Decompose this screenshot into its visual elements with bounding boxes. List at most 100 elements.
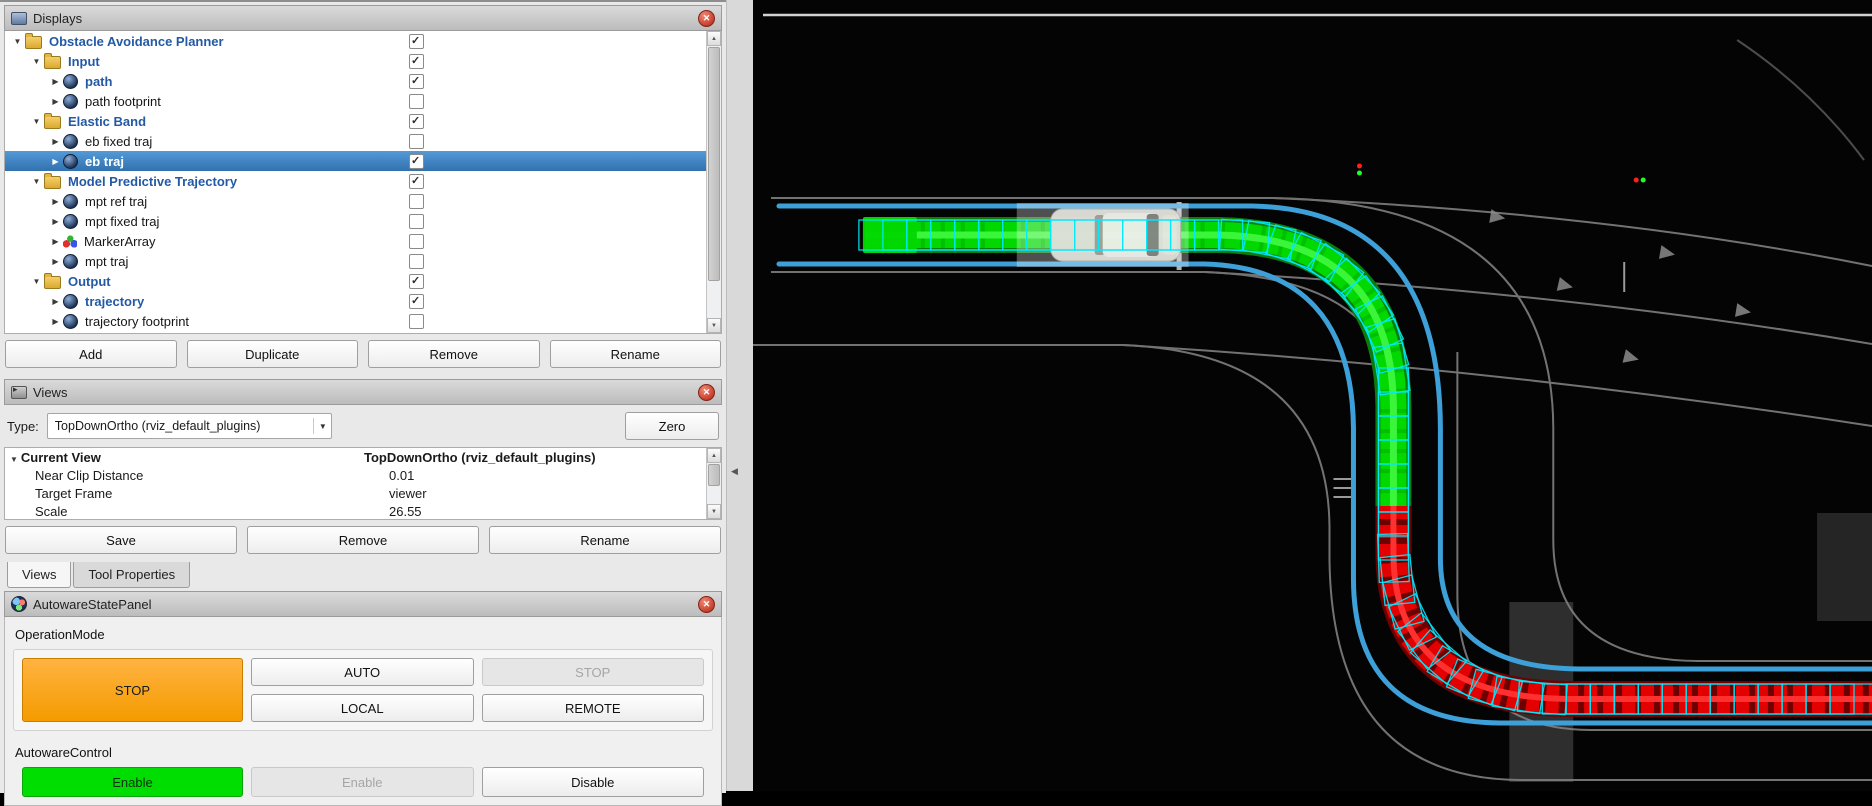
tree-row-trajectory-footprint[interactable]: ▶ trajectory footprint [5, 311, 706, 331]
folder-icon [44, 53, 61, 69]
tree-row-marker-array[interactable]: ▶ MarkerArray [5, 231, 706, 251]
scroll-thumb[interactable] [708, 464, 720, 486]
tree-row-elastic-band[interactable]: ▼ Elastic Band [5, 111, 706, 131]
local-button[interactable]: LOCAL [251, 694, 474, 722]
visibility-checkbox[interactable] [409, 234, 424, 249]
visibility-checkbox[interactable] [409, 274, 424, 289]
visibility-checkbox[interactable] [409, 114, 424, 129]
tree-row-mpt-ref-traj[interactable]: ▶ mpt ref traj [5, 191, 706, 211]
scroll-up-icon[interactable]: ▲ [707, 448, 721, 463]
visibility-checkbox[interactable] [409, 34, 424, 49]
visibility-checkbox[interactable] [409, 154, 424, 169]
duplicate-button[interactable]: Duplicate [186, 340, 358, 368]
property-row-near-clip[interactable]: Near Clip Distance 0.01 [5, 466, 706, 484]
rename-view-button[interactable]: Rename [489, 526, 721, 554]
view-type-dropdown[interactable]: TopDownOrtho (rviz_default_plugins) ▼ [46, 413, 332, 439]
ego-vehicle [1016, 203, 1189, 267]
scroll-up-icon[interactable]: ▲ [707, 31, 721, 46]
folder-icon [44, 113, 61, 129]
tree-row-path-footprint[interactable]: ▶ path footprint [5, 91, 706, 111]
panel-splitter[interactable]: ◀ [726, 0, 753, 791]
remote-button[interactable]: REMOTE [481, 694, 704, 722]
scroll-down-icon[interactable]: ▼ [707, 504, 721, 519]
expand-arrow-icon[interactable]: ▼ [30, 57, 43, 66]
expand-arrow-icon[interactable]: ▶ [49, 297, 62, 306]
remove-button[interactable]: Remove [368, 340, 540, 368]
tree-row-trajectory[interactable]: ▶ trajectory [5, 291, 706, 311]
expand-arrow-icon[interactable]: ▶ [49, 317, 62, 326]
views-panel: Views ✕ Type: TopDownOrtho (rviz_default… [4, 379, 722, 588]
add-button[interactable]: Add [5, 340, 177, 368]
visibility-checkbox[interactable] [409, 194, 424, 209]
disable-button[interactable]: Disable [481, 767, 704, 797]
views-panel-icon [11, 384, 27, 399]
autoware-close-icon[interactable]: ✕ [698, 595, 715, 613]
visibility-checkbox[interactable] [409, 254, 424, 269]
expand-arrow-icon[interactable]: ▼ [30, 177, 43, 186]
property-row-current-view[interactable]: ▼ Current View TopDownOrtho (rviz_default… [5, 448, 706, 466]
enable-active-button[interactable]: Enable [22, 767, 243, 797]
tree-row-eb-fixed-traj[interactable]: ▶ eb fixed traj [5, 131, 706, 151]
display-icon [63, 253, 78, 269]
expand-arrow-icon[interactable]: ▼ [11, 37, 24, 46]
stop-disabled-button: STOP [481, 658, 704, 686]
visibility-checkbox[interactable] [409, 174, 424, 189]
property-row-target-frame[interactable]: Target Frame viewer [5, 484, 706, 502]
rviz-3d-view[interactable] [753, 0, 1872, 791]
tree-row-output[interactable]: ▼ Output [5, 271, 706, 291]
displays-close-icon[interactable]: ✕ [698, 9, 715, 27]
expand-arrow-icon[interactable]: ▶ [49, 197, 62, 206]
tree-row-obstacle-avoidance-planner[interactable]: ▼ Obstacle Avoidance Planner [5, 31, 706, 51]
current-view-properties: ▼ Current View TopDownOrtho (rviz_default… [4, 447, 722, 520]
tree-row-eb-traj[interactable]: ▶ eb traj [5, 151, 706, 171]
scroll-thumb[interactable] [708, 47, 720, 281]
auto-button[interactable]: AUTO [251, 658, 474, 686]
visibility-checkbox[interactable] [409, 54, 424, 69]
expand-arrow-icon[interactable]: ▼ [30, 117, 43, 126]
remove-view-button[interactable]: Remove [247, 526, 479, 554]
autoware-control-group: Enable Enable Disable [22, 767, 704, 797]
expand-arrow-icon[interactable]: ▶ [49, 77, 62, 86]
expand-arrow-icon[interactable]: ▶ [49, 157, 62, 166]
expand-arrow-icon[interactable]: ▶ [49, 97, 62, 106]
expand-arrow-icon[interactable]: ▶ [49, 217, 62, 226]
visibility-checkbox[interactable] [409, 294, 424, 309]
tab-views[interactable]: Views [7, 562, 72, 588]
visibility-checkbox[interactable] [409, 314, 424, 329]
display-icon [63, 213, 78, 229]
views-close-icon[interactable]: ✕ [698, 383, 715, 401]
expand-arrow-icon[interactable]: ▼ [30, 277, 43, 286]
visibility-checkbox[interactable] [409, 94, 424, 109]
folder-icon [44, 273, 61, 289]
display-icon [63, 93, 78, 109]
scroll-down-icon[interactable]: ▼ [707, 318, 721, 333]
tab-tool-properties[interactable]: Tool Properties [73, 562, 191, 588]
visibility-checkbox[interactable] [409, 74, 424, 89]
type-label: Type: [7, 418, 39, 434]
tree-row-mpt-traj[interactable]: ▶ mpt traj [5, 251, 706, 271]
views-scrollbar[interactable]: ▲ ▼ [706, 448, 721, 519]
save-button[interactable]: Save [5, 526, 237, 554]
display-icon [63, 133, 78, 149]
visibility-checkbox[interactable] [409, 134, 424, 149]
rename-button[interactable]: Rename [549, 340, 721, 368]
tree-row-input[interactable]: ▼ Input [5, 51, 706, 71]
zero-button[interactable]: Zero [625, 412, 719, 440]
autoware-titlebar[interactable]: AutowareStatePanel ✕ [4, 591, 722, 617]
views-titlebar[interactable]: Views ✕ [4, 379, 722, 405]
expand-arrow-icon[interactable]: ▶ [49, 237, 62, 246]
expand-arrow-icon[interactable]: ▶ [49, 137, 62, 146]
tree-row-path[interactable]: ▶ path [5, 71, 706, 91]
chevron-down-icon: ▼ [312, 418, 327, 434]
expand-arrow-icon[interactable]: ▶ [49, 257, 62, 266]
side-panel-column: Displays ✕ ▼Obstacle Avoidance Planner ▼… [0, 0, 726, 806]
stop-active-button[interactable]: STOP [22, 658, 243, 722]
property-row-scale[interactable]: Scale 26.55 [5, 502, 706, 519]
collapse-arrow-icon[interactable]: ◀ [731, 466, 738, 477]
displays-scrollbar[interactable]: ▲ ▼ [706, 31, 721, 333]
expand-arrow-icon[interactable]: ▼ [10, 455, 18, 464]
tree-row-mpt-fixed-traj[interactable]: ▶ mpt fixed traj [5, 211, 706, 231]
visibility-checkbox[interactable] [409, 214, 424, 229]
tree-row-model-predictive-trajectory[interactable]: ▼ Model Predictive Trajectory [5, 171, 706, 191]
displays-titlebar[interactable]: Displays ✕ [4, 5, 722, 31]
